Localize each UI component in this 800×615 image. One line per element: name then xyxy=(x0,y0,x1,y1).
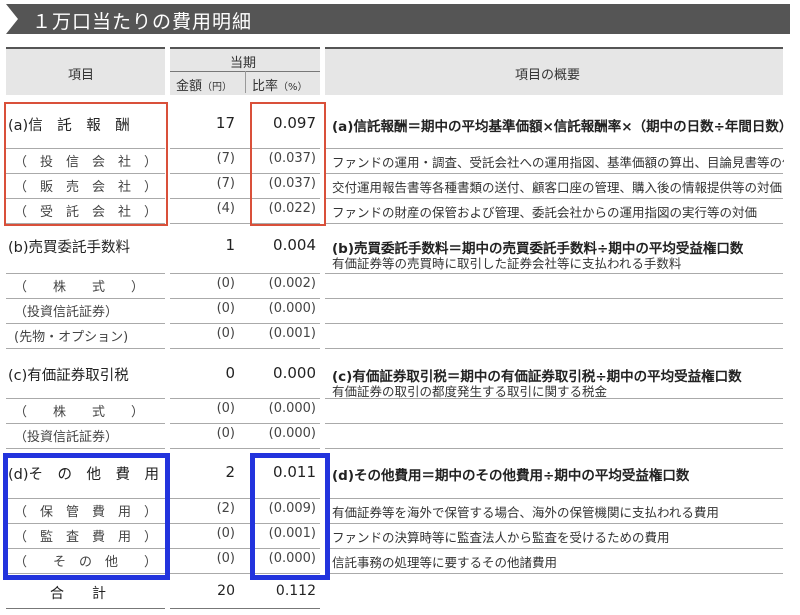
row-label: (先物・オプション) xyxy=(14,330,129,345)
row-ratio: (0.000) xyxy=(268,426,316,441)
row-label: （ 株 式 ） xyxy=(14,405,145,420)
row-amount: (0) xyxy=(216,401,235,416)
row-description: ファンドの決算時等に監査法人から監査を受けるための費用 xyxy=(332,530,670,545)
row-ratio: (0.000) xyxy=(268,301,316,316)
row-divider xyxy=(170,298,320,299)
row-label: （投資信託証券） xyxy=(14,305,119,320)
row-divider xyxy=(325,223,783,224)
total-ratio: 0.112 xyxy=(275,583,316,599)
row-divider xyxy=(6,423,165,424)
total-label: 合 計 xyxy=(50,586,106,602)
row-description: (d)その他費用＝期中のその他費用÷期中の平均受益権口数 xyxy=(332,468,690,484)
row-divider xyxy=(6,448,165,449)
row-divider xyxy=(325,198,783,199)
section-title: １万口当たりの費用明細 xyxy=(32,11,253,33)
row-amount: (0) xyxy=(216,526,235,541)
row-divider xyxy=(6,298,165,299)
row-description: ファンドの財産の保管および管理、委託会社からの運用指図の実行等の対価 xyxy=(332,205,758,220)
row-divider xyxy=(325,173,783,174)
header-summary-cell: 項目の概要 xyxy=(325,47,783,95)
row-divider xyxy=(6,323,165,324)
row-amount: (7) xyxy=(216,151,235,166)
row-ratio: (0.001) xyxy=(268,326,316,341)
row-amount: (0) xyxy=(216,426,235,441)
row-ratio: 0.000 xyxy=(273,364,316,382)
row-divider xyxy=(325,548,783,549)
total-amount: 20 xyxy=(217,583,235,599)
row-ratio: (0.000) xyxy=(268,401,316,416)
row-divider xyxy=(325,573,783,574)
section-title-bar: １万口当たりの費用明細 xyxy=(6,4,790,34)
row-description: 有価証券等を海外で保管する場合、海外の保管機関に支払われる費用 xyxy=(332,505,719,520)
row-divider xyxy=(170,273,320,274)
row-ratio: (0.002) xyxy=(268,276,316,291)
row-divider xyxy=(170,398,320,399)
row-divider xyxy=(170,448,320,449)
highlight-red-ratio xyxy=(250,102,326,226)
chevron-right-icon xyxy=(6,4,18,34)
row-divider xyxy=(325,423,783,424)
header-summary: 項目の概要 xyxy=(515,68,581,83)
row-divider xyxy=(325,148,783,149)
row-amount: (0) xyxy=(216,326,235,341)
row-label: （ 株 式 ） xyxy=(14,280,145,295)
row-divider xyxy=(325,448,783,449)
header-ratio: 比率（%） xyxy=(252,75,308,94)
row-amount: (2) xyxy=(216,501,235,516)
row-amount: (0) xyxy=(216,276,235,291)
row-divider xyxy=(170,348,320,349)
row-divider xyxy=(325,348,783,349)
row-divider xyxy=(170,323,320,324)
row-amount: 1 xyxy=(225,236,235,254)
row-divider xyxy=(6,398,165,399)
row-amount: (0) xyxy=(216,551,235,566)
highlight-blue-label xyxy=(3,453,170,580)
row-divider xyxy=(170,423,320,424)
row-amount: (7) xyxy=(216,176,235,191)
row-description: (a)信託報酬＝期中の平均基準価額×信託報酬率×（期中の日数÷年間日数） xyxy=(332,119,784,135)
row-ratio: 0.004 xyxy=(273,236,316,254)
row-divider xyxy=(325,323,783,324)
row-divider xyxy=(325,523,783,524)
highlight-blue-ratio xyxy=(250,453,330,580)
header-ratio-label: 比率 xyxy=(252,79,279,94)
row-divider xyxy=(325,298,783,299)
row-divider xyxy=(325,398,783,399)
row-amount: (4) xyxy=(216,201,235,216)
row-amount: 0 xyxy=(225,364,235,382)
header-amount: 金額（円） xyxy=(176,75,232,94)
header-amount-unit: （円） xyxy=(202,82,233,93)
row-description-sub: 有価証券等の売買時に取引した証券会社等に支払われる手数料 xyxy=(332,256,682,271)
header-amount-label: 金額 xyxy=(176,79,203,94)
row-label: （投資信託証券） xyxy=(14,430,119,445)
header-item: 項目 xyxy=(68,68,95,83)
row-label: (b)売買委託手数料 xyxy=(8,240,131,256)
row-amount: (0) xyxy=(216,301,235,316)
row-divider xyxy=(6,348,165,349)
highlight-red-label xyxy=(4,102,168,226)
header-period: 当期 xyxy=(230,56,257,71)
row-divider xyxy=(325,273,783,274)
row-amount: 2 xyxy=(225,463,235,481)
row-label: (c)有価証券取引税 xyxy=(8,368,129,384)
row-amount: 17 xyxy=(215,114,235,132)
header-item-cell: 項目 xyxy=(6,47,165,95)
row-description: 交付運用報告書等各種書類の送付、顧客口座の管理、購入後の情報提供等の対価 xyxy=(332,180,783,195)
header-ratio-unit: （%） xyxy=(278,82,308,93)
row-description: 信託事務の処理等に要するその他諸費用 xyxy=(332,555,558,570)
row-description: ファンドの運用・調査、受託会社への運用指図、基準価額の算出、目論見書等の作成等の… xyxy=(332,155,784,170)
row-divider xyxy=(325,498,783,499)
row-divider xyxy=(6,273,165,274)
